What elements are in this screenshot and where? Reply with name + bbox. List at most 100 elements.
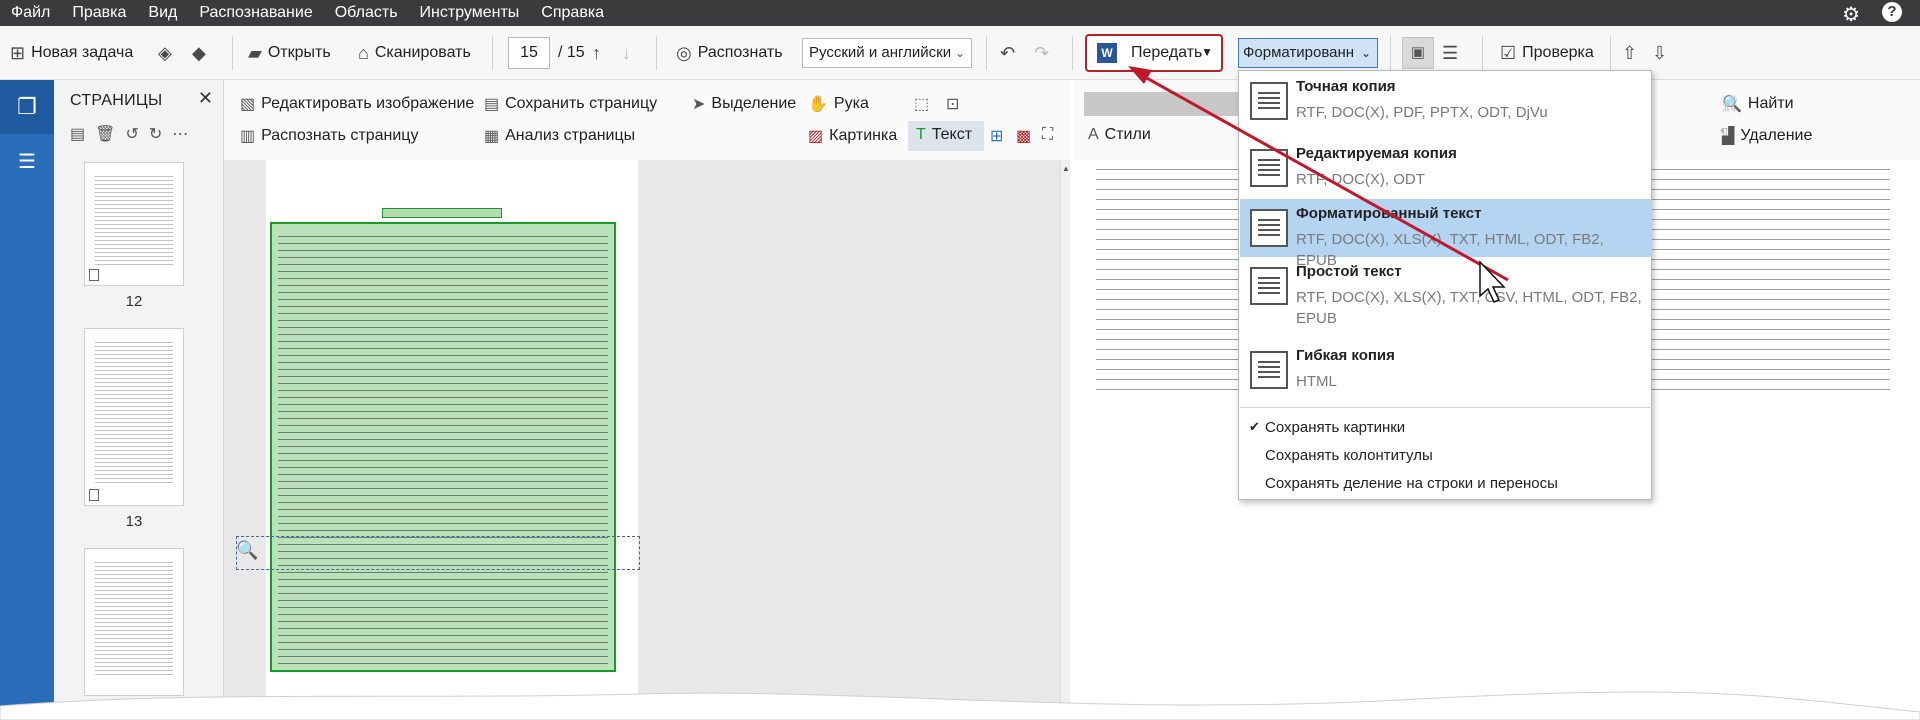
option-title: Редактируемая копия [1296, 145, 1457, 162]
page-thumbnail[interactable] [84, 162, 184, 286]
selection-label: Выделение [711, 95, 797, 112]
dashed-selection-area[interactable] [236, 536, 640, 570]
toolbar-divider [1482, 36, 1483, 70]
language-value: Русский и английски [809, 44, 952, 61]
transfer-button[interactable]: W Передать ▼ [1085, 34, 1223, 72]
pages-tools: ▤🗑↺↻⋯ [70, 124, 198, 144]
check-button[interactable]: ☑ Проверка [1500, 40, 1594, 66]
delete-icon[interactable]: 🗑 [95, 126, 125, 143]
option-desc: RTF, DOC(X), ODT [1296, 171, 1425, 188]
format-menu: Точная копия RTF, DOC(X), PDF, PPTX, ODT… [1238, 70, 1652, 500]
scan-button[interactable]: ⌂ Сканировать [358, 40, 471, 66]
page-thumbnail[interactable] [84, 328, 184, 506]
format-option-plain-text[interactable]: Простой текст RTF, DOC(X), XLS(X), TXT, … [1240, 257, 1652, 341]
hand-icon: ✋ [808, 96, 828, 113]
auto-area-tool[interactable]: ⊡ [946, 94, 965, 114]
add-layers-button[interactable]: ◈ [158, 40, 178, 66]
menu-view[interactable]: Вид [137, 0, 188, 26]
save-page-button[interactable]: ▤ Сохранить страницу [484, 94, 657, 114]
image-view-button[interactable]: ▣ [1402, 37, 1434, 69]
toolbar-divider [1390, 36, 1391, 70]
pages-title: СТРАНИЦЫ [70, 92, 163, 109]
format-option-editable-copy[interactable]: Редактируемая копия RTF, DOC(X), ODT [1240, 139, 1652, 199]
pages-tab-icon[interactable]: ❐ [0, 80, 54, 134]
area-tool[interactable]: ⬚ [914, 94, 935, 114]
open-button[interactable]: ▰ Открыть [248, 40, 331, 66]
scroll-up-icon[interactable]: ▲ [1061, 164, 1071, 173]
bg-picture-tool[interactable]: ▩ [1016, 126, 1037, 146]
format-select[interactable]: Форматированн ⌄ [1238, 38, 1378, 68]
hand-label: Рука [833, 95, 869, 112]
more-icon[interactable]: ⋯ [172, 126, 198, 143]
gear-icon[interactable]: ⚙ [1842, 2, 1860, 27]
page-down-button[interactable]: ↓ [622, 40, 637, 66]
menu-area[interactable]: Область [324, 0, 409, 26]
page-number-label: 13 [125, 513, 143, 530]
selection-tool[interactable]: ➤ Выделение [692, 94, 796, 114]
new-task-button[interactable]: ⊞ Новая задача [10, 40, 133, 66]
plain-text-icon [1250, 267, 1288, 305]
option-title: Форматированный текст [1296, 205, 1482, 222]
toolbar-divider [986, 36, 987, 70]
menu-edit[interactable]: Правка [61, 0, 137, 26]
rotate-right-icon[interactable]: ↻ [149, 126, 172, 143]
export-down-button[interactable]: ⇩ [1652, 40, 1673, 66]
close-icon[interactable]: ✕ [198, 88, 213, 109]
option-desc: RTF, DOC(X), PDF, PPTX, ODT, DjVu [1296, 104, 1548, 121]
hand-tool[interactable]: ✋ Рука [808, 94, 869, 114]
crop-tool[interactable]: ⛶ [1042, 126, 1059, 144]
menu-tools[interactable]: Инструменты [409, 0, 531, 26]
format-option-flexible-copy[interactable]: Гибкая копия HTML [1240, 341, 1652, 405]
find-label: Найти [1747, 95, 1794, 112]
undo-button[interactable]: ↶ [1000, 40, 1021, 66]
header-text-block[interactable] [382, 208, 502, 218]
menu-help[interactable]: Справка [530, 0, 615, 26]
magnifier-icon[interactable]: 🔍 [236, 540, 258, 561]
page-thumbnail[interactable] [84, 548, 184, 696]
dropdown-arrow-icon[interactable]: ▼ [1201, 45, 1213, 59]
help-icon[interactable]: ? [1882, 2, 1902, 22]
page-number-label: 12 [125, 293, 143, 310]
layers-button[interactable]: ◆ [192, 40, 212, 66]
menu-file[interactable]: Файл [0, 0, 61, 26]
rotate-left-icon[interactable]: ↺ [125, 126, 148, 143]
toolbar-divider [656, 36, 657, 70]
text-view-button[interactable]: ☰ [1442, 40, 1464, 66]
recognize-page-button[interactable]: ▥ Распознать страницу [240, 126, 418, 146]
option-label: Сохранять колонтитулы [1265, 447, 1433, 464]
save-icon[interactable]: ▤ [70, 126, 95, 143]
table-area-tool[interactable]: ⊞ [990, 126, 1009, 146]
menu-recognition[interactable]: Распознавание [188, 0, 323, 26]
delete-button[interactable]: ▟ Удаление [1722, 126, 1812, 146]
format-option-formatted-text[interactable]: Форматированный текст RTF, DOC(X), XLS(X… [1240, 199, 1652, 269]
keep-headers-option[interactable]: Сохранять колонтитулы [1265, 447, 1433, 464]
language-select[interactable]: Русский и английски ⌄ [802, 38, 972, 68]
text-tool[interactable]: T Текст [916, 126, 972, 144]
keep-pictures-option[interactable]: ✔ Сохранять картинки [1249, 419, 1405, 436]
keep-line-breaks-option[interactable]: Сохранять деление на строки и переносы [1265, 475, 1558, 492]
text-area-selection[interactable] [270, 222, 616, 672]
page-up-button[interactable]: ↑ [592, 40, 607, 66]
find-button[interactable]: 🔍 Найти [1722, 94, 1794, 114]
analyze-page-button[interactable]: ▦ Анализ страницы [484, 126, 635, 146]
styles-button[interactable]: A Стили [1088, 126, 1151, 144]
analyze-page-label: Анализ страницы [505, 127, 636, 144]
auto-area-icon: ⊡ [946, 96, 960, 113]
export-up-button[interactable]: ⇧ [1622, 40, 1643, 66]
edit-image-button[interactable]: ▧ Редактировать изображение [240, 94, 474, 114]
list-tab-icon[interactable]: ☰ [0, 140, 54, 184]
format-option-exact-copy[interactable]: Точная копия RTF, DOC(X), PDF, PPTX, ODT… [1240, 72, 1652, 140]
picture-tool[interactable]: ▨ Картинка [808, 126, 897, 146]
recognize-button[interactable]: ◎ Распознать [676, 40, 783, 66]
new-task-label: Новая задача [31, 44, 134, 61]
option-desc: RTF, DOC(X), XLS(X), TXT, CSV, HTML, ODT… [1296, 289, 1642, 327]
layers-add-icon: ◈ [158, 42, 172, 63]
option-title: Простой текст [1296, 263, 1402, 280]
redo-button[interactable]: ↷ [1034, 40, 1055, 66]
toolbar-divider [232, 36, 233, 70]
text-lines-icon: ☰ [1442, 42, 1459, 63]
chevron-down-icon: ⌄ [954, 46, 965, 60]
page-number-input[interactable]: 15 [508, 37, 550, 69]
image-scrollbar[interactable]: ▲ [1060, 160, 1070, 720]
chevron-down-icon: ⌄ [1360, 46, 1371, 60]
